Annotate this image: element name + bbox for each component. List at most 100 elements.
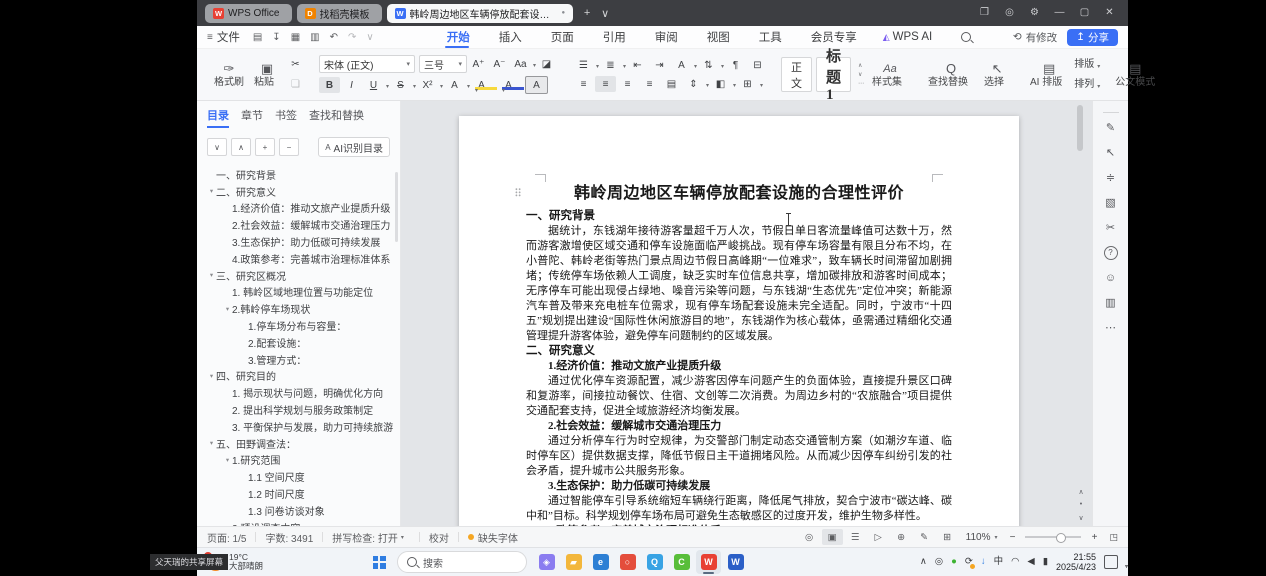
read-mode-icon[interactable]: ▷ xyxy=(868,529,889,545)
toc-item[interactable]: ▾ 2.韩岭停车场现状 xyxy=(197,300,400,317)
browse-select-button[interactable]: • xyxy=(1074,498,1088,511)
ink-mode-icon[interactable]: ✎ xyxy=(914,529,935,545)
save-icon[interactable]: ▤ xyxy=(253,32,262,43)
toc-item[interactable]: 1.2 时间尺度 xyxy=(197,485,400,502)
copy-button[interactable]: ❏ xyxy=(285,77,306,93)
volume-icon[interactable]: ◀ xyxy=(1027,556,1034,568)
increase-indent-button[interactable]: ⇥ xyxy=(649,57,670,73)
browser-tray-icon[interactable]: ◎ xyxy=(935,556,943,568)
ribbon-tab[interactable]: 插入 xyxy=(496,26,522,48)
toc-item[interactable]: ▾ 五、田野调查法： xyxy=(197,435,400,452)
style-body-button[interactable]: 正文 xyxy=(781,57,812,92)
chevron-down-icon[interactable]: ▾ xyxy=(401,534,404,541)
decrease-indent-button[interactable]: ⇤ xyxy=(627,57,648,73)
toc-item[interactable]: 一、研究背景 xyxy=(197,166,400,183)
distribute-button[interactable]: ▤ xyxy=(661,76,682,92)
spellcheck-status[interactable]: 拼写检查: 打开 xyxy=(332,530,398,545)
toc-item[interactable]: 2.配套设施： xyxy=(197,334,400,351)
ribbon-tab[interactable]: 工具 xyxy=(756,26,782,48)
toc-item[interactable]: ▾ 1.研究范围 xyxy=(197,452,400,469)
superscript-button[interactable]: X² xyxy=(417,77,443,93)
chevron-down-icon[interactable]: ▾ xyxy=(994,534,997,541)
missing-font-warning[interactable]: 缺失字体 xyxy=(478,530,518,545)
borders-button[interactable]: ⊞ xyxy=(737,76,763,92)
font-color-button[interactable]: A xyxy=(498,77,524,93)
expand-arrow-icon[interactable]: ▾ xyxy=(207,372,216,380)
ribbon-tab[interactable]: 开始 xyxy=(444,26,470,48)
ai-layout-button[interactable]: ▤ AI 排版 xyxy=(1025,61,1073,89)
notification-center-icon[interactable] xyxy=(1104,555,1118,569)
cut-button[interactable]: ✂ xyxy=(285,57,306,73)
fullscreen-icon[interactable]: ◳ xyxy=(1109,532,1118,543)
wechat-tray-icon[interactable]: ● xyxy=(951,556,957,568)
ribbon-tab[interactable]: ◭ WPS AI xyxy=(883,26,933,48)
expand-all-button[interactable]: ∧ xyxy=(231,138,251,156)
clear-format-button[interactable]: ◪ xyxy=(536,56,557,72)
toc-item[interactable]: ▾ 三、研究区概况 xyxy=(197,267,400,284)
underline-button[interactable]: U xyxy=(363,77,389,93)
start-button[interactable] xyxy=(367,550,391,574)
ribbon-tab[interactable]: 页面 xyxy=(548,26,574,48)
official-doc-mode-button[interactable]: ▤ 公文模式 xyxy=(1110,61,1160,89)
expand-arrow-icon[interactable]: ▾ xyxy=(207,439,216,447)
tab-docer-templates[interactable]: D 找稻壳模板 xyxy=(297,4,382,23)
previous-page-button[interactable]: ∧ xyxy=(1074,485,1088,498)
print-icon[interactable]: ▦ xyxy=(291,32,300,43)
text-effects-button[interactable]: Aa xyxy=(510,56,536,72)
style-set-button[interactable]: Aa 样式集 xyxy=(867,61,913,89)
format-painter-button[interactable]: ✑ 格式刷 xyxy=(209,61,249,89)
zoom-in-toc-button[interactable]: + xyxy=(255,138,275,156)
tab-current-document[interactable]: W 韩岭周边地区车辆停放配套设施... ● xyxy=(387,4,574,23)
assistant-icon[interactable]: ◎ xyxy=(997,0,1022,26)
page-indicator[interactable]: 页面: 1/5 xyxy=(207,530,246,545)
ai-recognize-toc-button[interactable]: A AI识别目录 xyxy=(318,137,390,157)
download-tray-icon[interactable]: ↓ xyxy=(981,556,986,568)
sync-tray-icon[interactable]: ⟳ xyxy=(965,556,973,568)
toc-item[interactable]: 2 预设调查内容 xyxy=(197,519,400,526)
toc-item[interactable]: 3. 平衡保护与发展，助力可持续旅游 xyxy=(197,418,400,435)
paragraph-drag-handle-icon[interactable]: ⠿ xyxy=(514,189,522,200)
shrink-font-button[interactable]: A⁻ xyxy=(489,56,510,72)
highlight-color-button[interactable]: A xyxy=(471,77,497,93)
skin-settings-icon[interactable]: ⚙ xyxy=(1022,0,1047,26)
strikethrough-button[interactable]: S xyxy=(390,77,416,93)
spinner-down-icon[interactable]: ∨ xyxy=(858,71,864,78)
taskbar-clock[interactable]: 21:55 2025/4/23 xyxy=(1056,552,1096,572)
taskbar-search-input[interactable]: 搜索 xyxy=(397,551,527,573)
align-center-button[interactable]: ≡ xyxy=(595,76,616,92)
split-window-icon[interactable]: ❐ xyxy=(972,0,997,26)
sidebar-scrollbar[interactable] xyxy=(395,172,398,242)
toc-item[interactable]: 4.政策参考：完善城市治理标准体系 xyxy=(197,250,400,267)
toc-item[interactable]: 3.生态保护：助力低碳可持续发展 xyxy=(197,233,400,250)
zoom-level[interactable]: 110% xyxy=(966,532,991,543)
zoom-out-toc-button[interactable]: − xyxy=(279,138,299,156)
toc-item[interactable]: 1.停车场分布与容量： xyxy=(197,317,400,334)
toc-item[interactable]: 1. 揭示现状与问题，明确优化方向 xyxy=(197,384,400,401)
share-button[interactable]: ↥ 分享 xyxy=(1067,29,1118,46)
expand-arrow-icon[interactable]: ▾ xyxy=(223,456,232,464)
justify-button[interactable]: ≡ xyxy=(639,76,660,92)
minimize-button[interactable]: — xyxy=(1047,0,1072,26)
layout-button[interactable]: 排版 xyxy=(1073,57,1100,73)
line-spacing-button[interactable]: ⇕ xyxy=(683,76,709,92)
text-direction-button[interactable]: ⊟ xyxy=(747,57,768,73)
sidebar-tab-contents[interactable]: 目录 xyxy=(207,101,229,128)
zoom-out-button[interactable]: − xyxy=(1005,532,1019,543)
tab-wps-office[interactable]: W WPS Office xyxy=(205,4,292,23)
close-button[interactable]: ✕ xyxy=(1097,0,1122,26)
align-right-button[interactable]: ≡ xyxy=(617,76,638,92)
style-heading1-button[interactable]: 标题 1 xyxy=(816,57,851,92)
undo-icon[interactable]: ↶ xyxy=(330,32,338,43)
sidebar-tab-find-replace[interactable]: 查找和替换 xyxy=(309,101,364,128)
web-view-icon[interactable]: ⊕ xyxy=(891,529,912,545)
show-marks-button[interactable]: ¶ xyxy=(725,57,746,73)
zoom-in-button[interactable]: + xyxy=(1087,532,1101,543)
font-family-select[interactable]: 宋体 (正文)▾ xyxy=(319,55,415,73)
bold-button[interactable]: B xyxy=(319,77,340,93)
document-page[interactable]: ⠿ 韩岭周边地区车辆停放配套设施的合理性评价 一、研究背景 据统计，东钱湖年接待… xyxy=(459,116,1019,526)
zoom-slider-knob[interactable] xyxy=(1056,533,1066,543)
document-scrollbar-thumb[interactable] xyxy=(1077,105,1083,151)
more-commands-icon[interactable]: ∨ xyxy=(366,32,373,43)
tray-expand-icon[interactable]: ∧ xyxy=(920,556,927,568)
print-preview-icon[interactable]: ▥ xyxy=(310,32,319,43)
